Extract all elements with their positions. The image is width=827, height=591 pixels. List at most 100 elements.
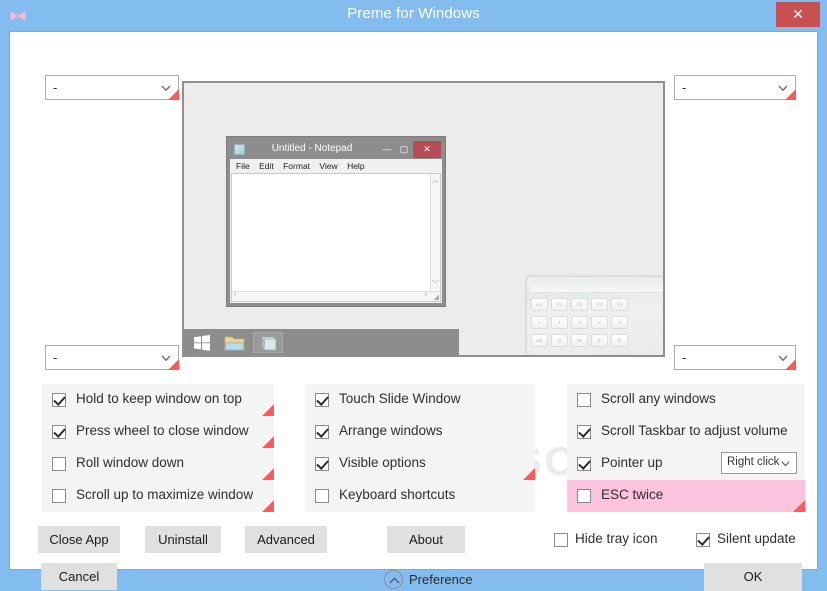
corner-selector-bottom-right[interactable]: - — [674, 345, 796, 370]
option-label: Scroll up to maximize window — [76, 487, 254, 502]
notepad-taskbar-icon — [253, 332, 283, 353]
chevron-down-icon — [780, 458, 791, 469]
option-row-roll-window-down[interactable]: Roll window down — [42, 448, 274, 480]
about-button[interactable]: About — [387, 526, 465, 553]
file-explorer-icon — [221, 332, 251, 353]
option-row-pointer-up[interactable]: Pointer up Right click — [567, 448, 805, 480]
scroll-up-icon: ︿ — [432, 177, 439, 184]
red-corner-marker — [793, 500, 805, 512]
checkbox-pointer-up[interactable] — [577, 457, 591, 471]
notepad-menu-bar: File Edit Format View Help — [231, 160, 441, 173]
keyboard-top-edge — [530, 279, 663, 293]
red-corner-marker — [262, 468, 274, 480]
checkbox-scroll-up-to-maximize-window[interactable] — [52, 489, 66, 503]
window-title: Preme for Windows — [347, 5, 480, 22]
keyboard-key: F3 — [591, 298, 608, 311]
red-corner-marker — [785, 89, 796, 100]
keyboard-key: Q — [551, 334, 568, 347]
option-row-arrange-windows[interactable]: Arrange windows — [305, 416, 535, 448]
app-window: Preme for Windows ✕ - - - - esc F1 F2 F3… — [0, 0, 827, 591]
notepad-vertical-scrollbar: ︿ ﹀ — [430, 174, 440, 290]
checkbox-scroll-taskbar-to-adjust-volume[interactable] — [577, 425, 591, 439]
option-label: Scroll Taskbar to adjust volume — [601, 423, 788, 438]
checkbox-roll-window-down[interactable] — [52, 457, 66, 471]
option-label: Touch Slide Window — [339, 391, 461, 406]
keyboard-key: tab — [531, 334, 548, 347]
checkbox-press-wheel-to-close-window[interactable] — [52, 425, 66, 439]
option-row-scroll-taskbar-to-adjust-volume[interactable]: Scroll Taskbar to adjust volume — [567, 416, 805, 448]
uninstall-button[interactable]: Uninstall — [145, 526, 221, 553]
advanced-button[interactable]: Advanced — [245, 526, 327, 553]
pointer-up-action-value: Right click — [727, 456, 780, 468]
notepad-menu-edit: Edit — [259, 161, 274, 171]
keyboard-row: ~ 1 2 3 4 — [531, 316, 663, 331]
preview-taskbar — [184, 329, 459, 355]
red-corner-marker — [168, 89, 179, 100]
options-column-1: Hold to keep window on top Press wheel t… — [42, 384, 274, 512]
scroll-left-icon: ‹ — [234, 291, 237, 298]
option-row-hold-to-keep-window-on-top[interactable]: Hold to keep window on top — [42, 384, 274, 416]
preference-label: Preference — [409, 572, 473, 587]
checkbox-hold-to-keep-window-on-top[interactable] — [52, 393, 66, 407]
option-label: Keyboard shortcuts — [339, 487, 456, 502]
checkbox-hide-tray-icon[interactable] — [554, 533, 568, 547]
options-column-3: Scroll any windows Scroll Taskbar to adj… — [567, 384, 805, 512]
option-row-esc-twice[interactable]: ESC twice — [567, 480, 805, 512]
corner-selector-bottom-left[interactable]: - — [45, 345, 179, 370]
close-app-button[interactable]: Close App — [38, 526, 120, 553]
preview-notepad-window: Untitled - Notepad — ▢ ✕ File Edit Forma… — [226, 136, 446, 307]
keyboard-key: F1 — [551, 298, 568, 311]
checkbox-touch-slide-window[interactable] — [315, 393, 329, 407]
keyboard-key: ~ — [531, 316, 548, 329]
option-row-visible-options[interactable]: Visible options — [305, 448, 535, 480]
red-corner-marker — [262, 436, 274, 448]
notepad-menu-help: Help — [347, 161, 365, 171]
corner-selector-bottom-right-value: - — [682, 350, 687, 365]
client-area: - - - - esc F1 F2 F3 F4 ~ 1 2 3 4 tab Q … — [9, 31, 818, 591]
scroll-down-icon: ﹀ — [432, 281, 439, 288]
option-row-touch-slide-window[interactable]: Touch Slide Window — [305, 384, 535, 416]
option-label: ESC twice — [601, 487, 664, 502]
checkbox-arrange-windows[interactable] — [315, 425, 329, 439]
pointer-up-action-select[interactable]: Right click — [721, 452, 797, 474]
option-row-press-wheel-to-close-window[interactable]: Press wheel to close window — [42, 416, 274, 448]
cancel-button[interactable]: Cancel — [41, 563, 117, 590]
checkbox-keyboard-shortcuts[interactable] — [315, 489, 329, 503]
option-label: Visible options — [339, 455, 426, 470]
ok-button[interactable]: OK — [704, 563, 802, 591]
keyboard-key: 3 — [591, 316, 608, 329]
corner-selector-top-right-value: - — [682, 80, 687, 95]
option-row-scroll-up-to-maximize-window[interactable]: Scroll up to maximize window — [42, 480, 274, 512]
checkbox-silent-update[interactable] — [696, 533, 710, 547]
option-row-scroll-any-windows[interactable]: Scroll any windows — [567, 384, 805, 416]
corner-selector-top-right[interactable]: - — [674, 75, 796, 100]
notepad-menu-file: File — [236, 161, 250, 171]
corner-selector-top-left[interactable]: - — [45, 75, 179, 100]
keyboard-row: tab Q W E R — [531, 334, 663, 349]
close-window-button[interactable]: ✕ — [776, 2, 820, 27]
red-corner-marker — [262, 404, 274, 416]
option-row-keyboard-shortcuts[interactable]: Keyboard shortcuts — [305, 480, 535, 512]
keyboard-key: R — [611, 334, 628, 347]
silent-update-label: Silent update — [717, 531, 796, 546]
checkbox-scroll-any-windows[interactable] — [577, 393, 591, 407]
notepad-menu-view: View — [319, 161, 338, 171]
red-corner-marker — [785, 359, 796, 370]
scroll-right-icon: › — [424, 291, 427, 298]
notepad-close-button: ✕ — [413, 141, 441, 158]
keyboard-photo: esc F1 F2 F3 F4 ~ 1 2 3 4 tab Q W E R — [527, 277, 663, 355]
title-bar: Preme for Windows ✕ — [0, 0, 827, 31]
option-label: Hold to keep window on top — [76, 391, 242, 406]
corner-selector-top-left-value: - — [53, 80, 58, 95]
notepad-minimize-button: — — [382, 144, 392, 154]
notepad-menu-format: Format — [283, 161, 311, 171]
red-corner-marker — [262, 500, 274, 512]
checkbox-esc-twice[interactable] — [577, 489, 591, 503]
keyboard-key: esc — [531, 298, 548, 311]
option-label: Arrange windows — [339, 423, 443, 438]
resize-grip-icon: ◢ — [433, 294, 439, 301]
red-corner-marker — [168, 359, 179, 370]
checkbox-visible-options[interactable] — [315, 457, 329, 471]
corner-selector-bottom-left-value: - — [53, 350, 58, 365]
option-label: Roll window down — [76, 455, 185, 470]
